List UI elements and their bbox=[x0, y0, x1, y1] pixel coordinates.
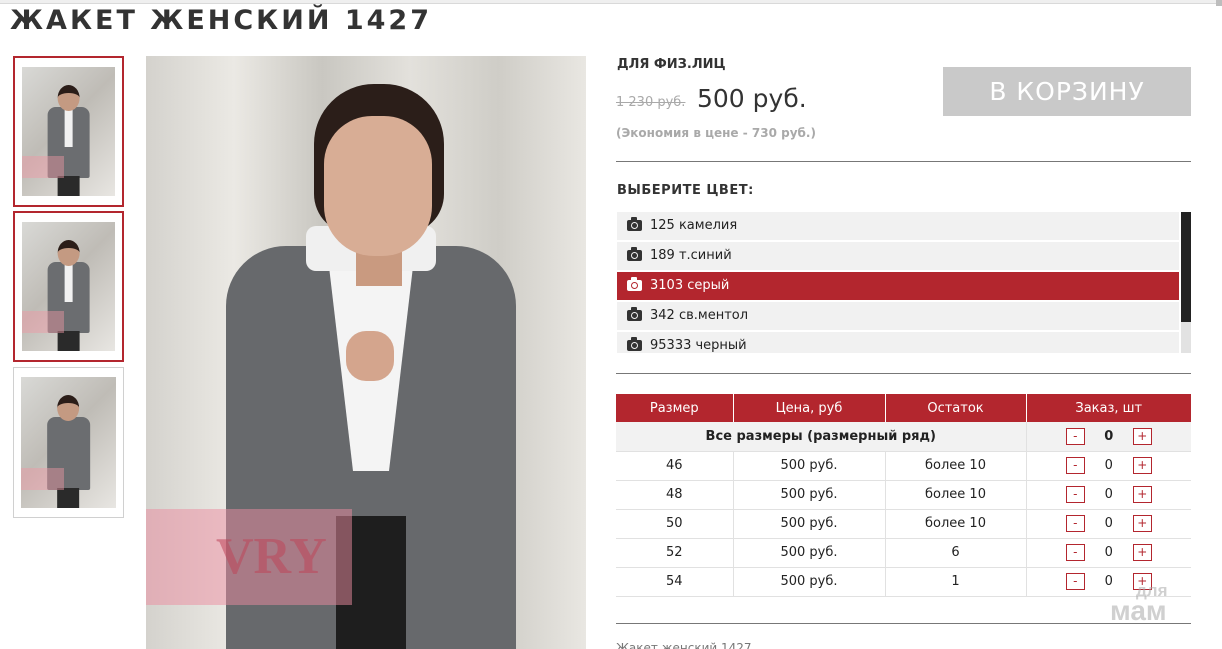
window-corner bbox=[1216, 0, 1222, 6]
quantity-value: 0 bbox=[1104, 487, 1113, 502]
table-row: 46 500 руб. более 10 - 0 + bbox=[616, 451, 1191, 481]
header-price: Цена, руб bbox=[733, 394, 886, 422]
camera-icon bbox=[627, 277, 642, 291]
price-cell: 500 руб. bbox=[733, 538, 886, 568]
stock-cell: 1 bbox=[885, 567, 1027, 597]
camera-icon bbox=[627, 337, 642, 351]
top-border bbox=[0, 0, 1222, 4]
table-row: 48 500 руб. более 10 - 0 + bbox=[616, 480, 1191, 510]
quantity-value: 0 bbox=[1104, 516, 1113, 531]
current-price: 500 руб. bbox=[697, 84, 807, 113]
add-to-cart-button[interactable]: В КОРЗИНУ bbox=[943, 67, 1191, 116]
price-cell: 500 руб. bbox=[733, 451, 886, 481]
header-stock: Остаток bbox=[885, 394, 1027, 422]
camera-icon bbox=[627, 217, 642, 231]
price-cell: 500 руб. bbox=[733, 567, 886, 597]
color-label: 95333 черный bbox=[650, 338, 747, 353]
old-price: 1 230 руб. bbox=[616, 95, 686, 110]
size-cell: 50 bbox=[616, 509, 734, 539]
thumbnail-watermark bbox=[21, 468, 64, 490]
divider bbox=[616, 373, 1191, 374]
table-row: 52 500 руб. 6 - 0 + bbox=[616, 538, 1191, 568]
table-header-row: Размер Цена, руб Остаток Заказ, шт bbox=[616, 394, 1191, 422]
color-label: 342 св.ментол bbox=[650, 308, 749, 323]
size-cell: 52 bbox=[616, 538, 734, 568]
order-cell: - 0 + bbox=[1026, 451, 1191, 481]
color-item-3103[interactable]: 3103 серый bbox=[617, 272, 1179, 300]
thumbnail-2[interactable] bbox=[13, 211, 124, 362]
decrease-button[interactable]: - bbox=[1065, 427, 1085, 445]
main-product-image[interactable]: VRY bbox=[146, 56, 586, 649]
size-cell: 46 bbox=[616, 451, 734, 481]
site-watermark: для мам bbox=[1110, 581, 1168, 626]
size-cell: 48 bbox=[616, 480, 734, 510]
all-sizes-label: Все размеры (размерный ряд) bbox=[616, 422, 1027, 452]
thumbnail-3[interactable] bbox=[13, 367, 124, 518]
increase-button[interactable]: + bbox=[1132, 544, 1152, 561]
choose-color-heading: ВЫБЕРИТЕ ЦВЕТ: bbox=[617, 183, 754, 198]
thumbnail-1[interactable] bbox=[13, 56, 124, 207]
table-row: 54 500 руб. 1 - 0 + bbox=[616, 567, 1191, 597]
all-sizes-row: Все размеры (размерный ряд) - 0 + bbox=[616, 422, 1191, 452]
increase-button[interactable]: + bbox=[1132, 515, 1152, 532]
color-label: 3103 серый bbox=[650, 278, 730, 293]
color-label: 189 т.синий bbox=[650, 248, 732, 263]
price-cell: 500 руб. bbox=[733, 509, 886, 539]
header-size: Размер bbox=[616, 394, 734, 422]
thumbnail-image bbox=[22, 222, 115, 351]
table-row: 50 500 руб. более 10 - 0 + bbox=[616, 509, 1191, 539]
order-cell: - 0 + bbox=[1026, 422, 1191, 452]
color-item-342[interactable]: 342 св.ментол bbox=[617, 302, 1179, 330]
increase-button[interactable]: + bbox=[1132, 486, 1152, 503]
decrease-button[interactable]: - bbox=[1065, 515, 1085, 532]
stock-cell: более 10 bbox=[885, 480, 1027, 510]
color-item-189[interactable]: 189 т.синий bbox=[617, 242, 1179, 270]
page-title: ЖАКЕТ ЖЕНСКИЙ 1427 bbox=[10, 5, 432, 36]
color-item-95333[interactable]: 95333 черный bbox=[617, 332, 1179, 353]
order-cell: - 0 + bbox=[1026, 480, 1191, 510]
saving-text: (Экономия в цене - 730 руб.) bbox=[616, 126, 816, 140]
camera-icon bbox=[627, 307, 642, 321]
stock-cell: 6 bbox=[885, 538, 1027, 568]
color-item-125[interactable]: 125 камелия bbox=[617, 212, 1179, 240]
thumbnail-watermark bbox=[22, 156, 64, 178]
color-list-scrollbar[interactable] bbox=[1181, 212, 1191, 353]
size-cell: 54 bbox=[616, 567, 734, 597]
increase-button[interactable]: + bbox=[1132, 457, 1152, 474]
product-description-start: Жакет женский 1427 bbox=[616, 641, 752, 649]
divider bbox=[616, 623, 1191, 624]
thumbnail-image bbox=[21, 377, 116, 508]
decrease-button[interactable]: - bbox=[1065, 573, 1085, 590]
scrollbar-thumb[interactable] bbox=[1181, 212, 1191, 322]
thumbnail-watermark bbox=[22, 311, 64, 333]
stock-cell: более 10 bbox=[885, 509, 1027, 539]
quantity-value: 0 bbox=[1104, 428, 1114, 444]
header-order: Заказ, шт bbox=[1026, 394, 1191, 422]
color-list: 125 камелия 189 т.синий 3103 серый 342 с… bbox=[617, 212, 1191, 353]
quantity-value: 0 bbox=[1104, 458, 1113, 473]
size-table: Размер Цена, руб Остаток Заказ, шт Все р… bbox=[616, 394, 1191, 597]
order-cell: - 0 + bbox=[1026, 538, 1191, 568]
price-cell: 500 руб. bbox=[733, 480, 886, 510]
divider bbox=[616, 161, 1191, 162]
thumbnail-image bbox=[22, 67, 115, 196]
stock-cell: более 10 bbox=[885, 451, 1027, 481]
camera-icon bbox=[627, 247, 642, 261]
customer-type-label: ДЛЯ ФИЗ.ЛИЦ bbox=[617, 57, 726, 72]
increase-button[interactable]: + bbox=[1132, 427, 1152, 445]
decrease-button[interactable]: - bbox=[1065, 486, 1085, 503]
quantity-value: 0 bbox=[1104, 545, 1113, 560]
color-label: 125 камелия bbox=[650, 218, 738, 233]
decrease-button[interactable]: - bbox=[1065, 457, 1085, 474]
order-cell: - 0 + bbox=[1026, 509, 1191, 539]
decrease-button[interactable]: - bbox=[1065, 544, 1085, 561]
image-watermark: VRY bbox=[146, 509, 352, 605]
